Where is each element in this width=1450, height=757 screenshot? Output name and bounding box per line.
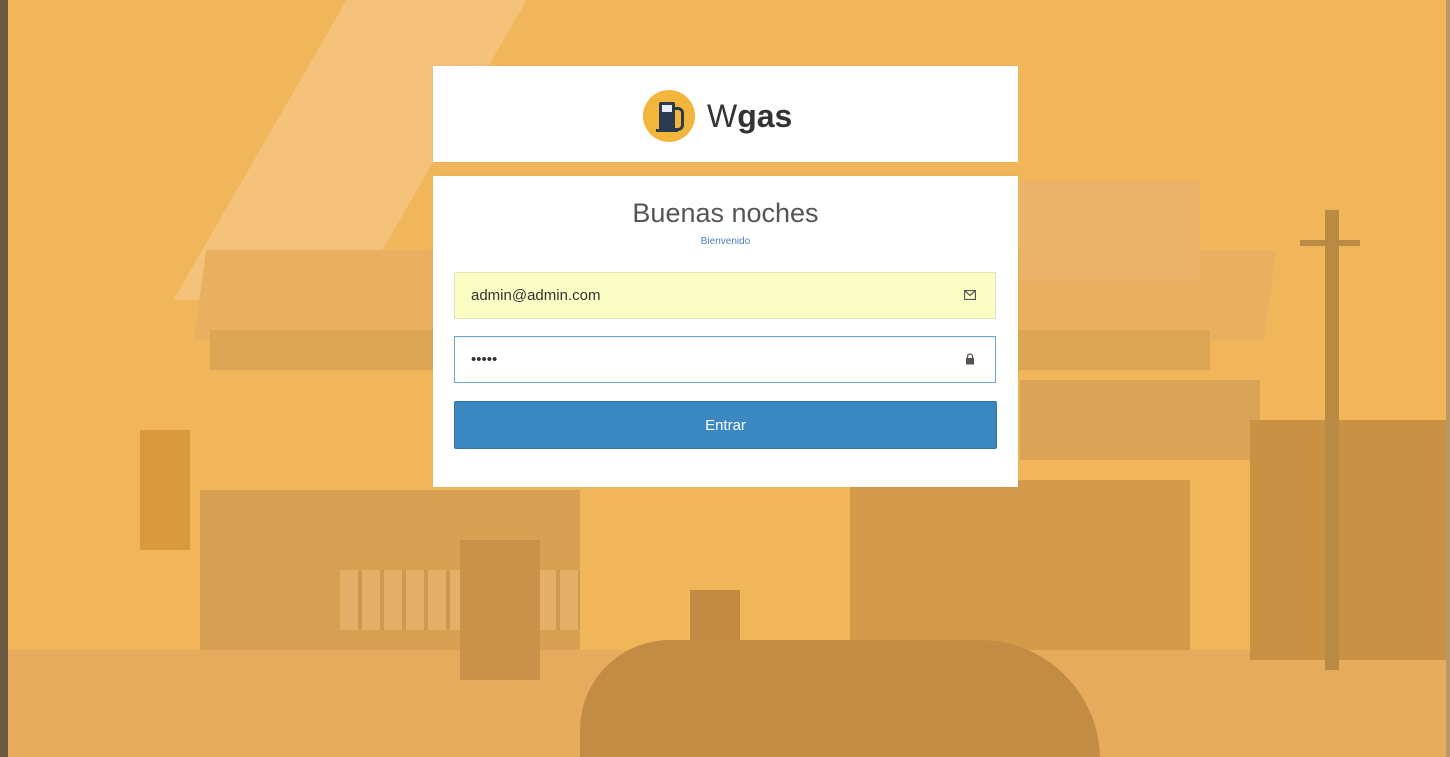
- bg-utility-pole-arm: [1300, 240, 1360, 246]
- bg-car: [580, 640, 1100, 757]
- brand-name-bold: gas: [737, 97, 793, 134]
- bg-canopy-right-lower: [1020, 380, 1260, 460]
- login-button[interactable]: Entrar: [454, 401, 997, 449]
- envelope-icon: [963, 289, 977, 303]
- bg-utility-pole: [1325, 210, 1339, 670]
- bg-left-edge: [0, 0, 8, 757]
- brand-name: Wgas: [707, 98, 792, 135]
- logo-card: Wgas: [433, 66, 1018, 162]
- bg-building: [1250, 420, 1450, 660]
- bg-fuel-pump: [460, 540, 540, 680]
- bg-right-edge: [1446, 0, 1450, 757]
- bg-building: [850, 480, 1190, 650]
- brand-logo: Wgas: [643, 90, 792, 142]
- email-input[interactable]: [455, 273, 995, 318]
- brand-name-prefix: W: [707, 97, 738, 134]
- lock-icon: [963, 353, 977, 367]
- password-field: [454, 336, 996, 383]
- bg-canopy-right: [1020, 180, 1200, 280]
- greeting-title: Buenas noches: [632, 198, 819, 228]
- password-input[interactable]: [455, 337, 995, 382]
- welcome-subtitle: Bienvenido: [700, 236, 751, 247]
- login-form: Buenas noches Bienvenido Entrar: [433, 176, 1018, 487]
- bg-price-sign: [140, 430, 190, 550]
- fuel-pump-icon: [643, 90, 695, 142]
- email-field: [454, 272, 996, 319]
